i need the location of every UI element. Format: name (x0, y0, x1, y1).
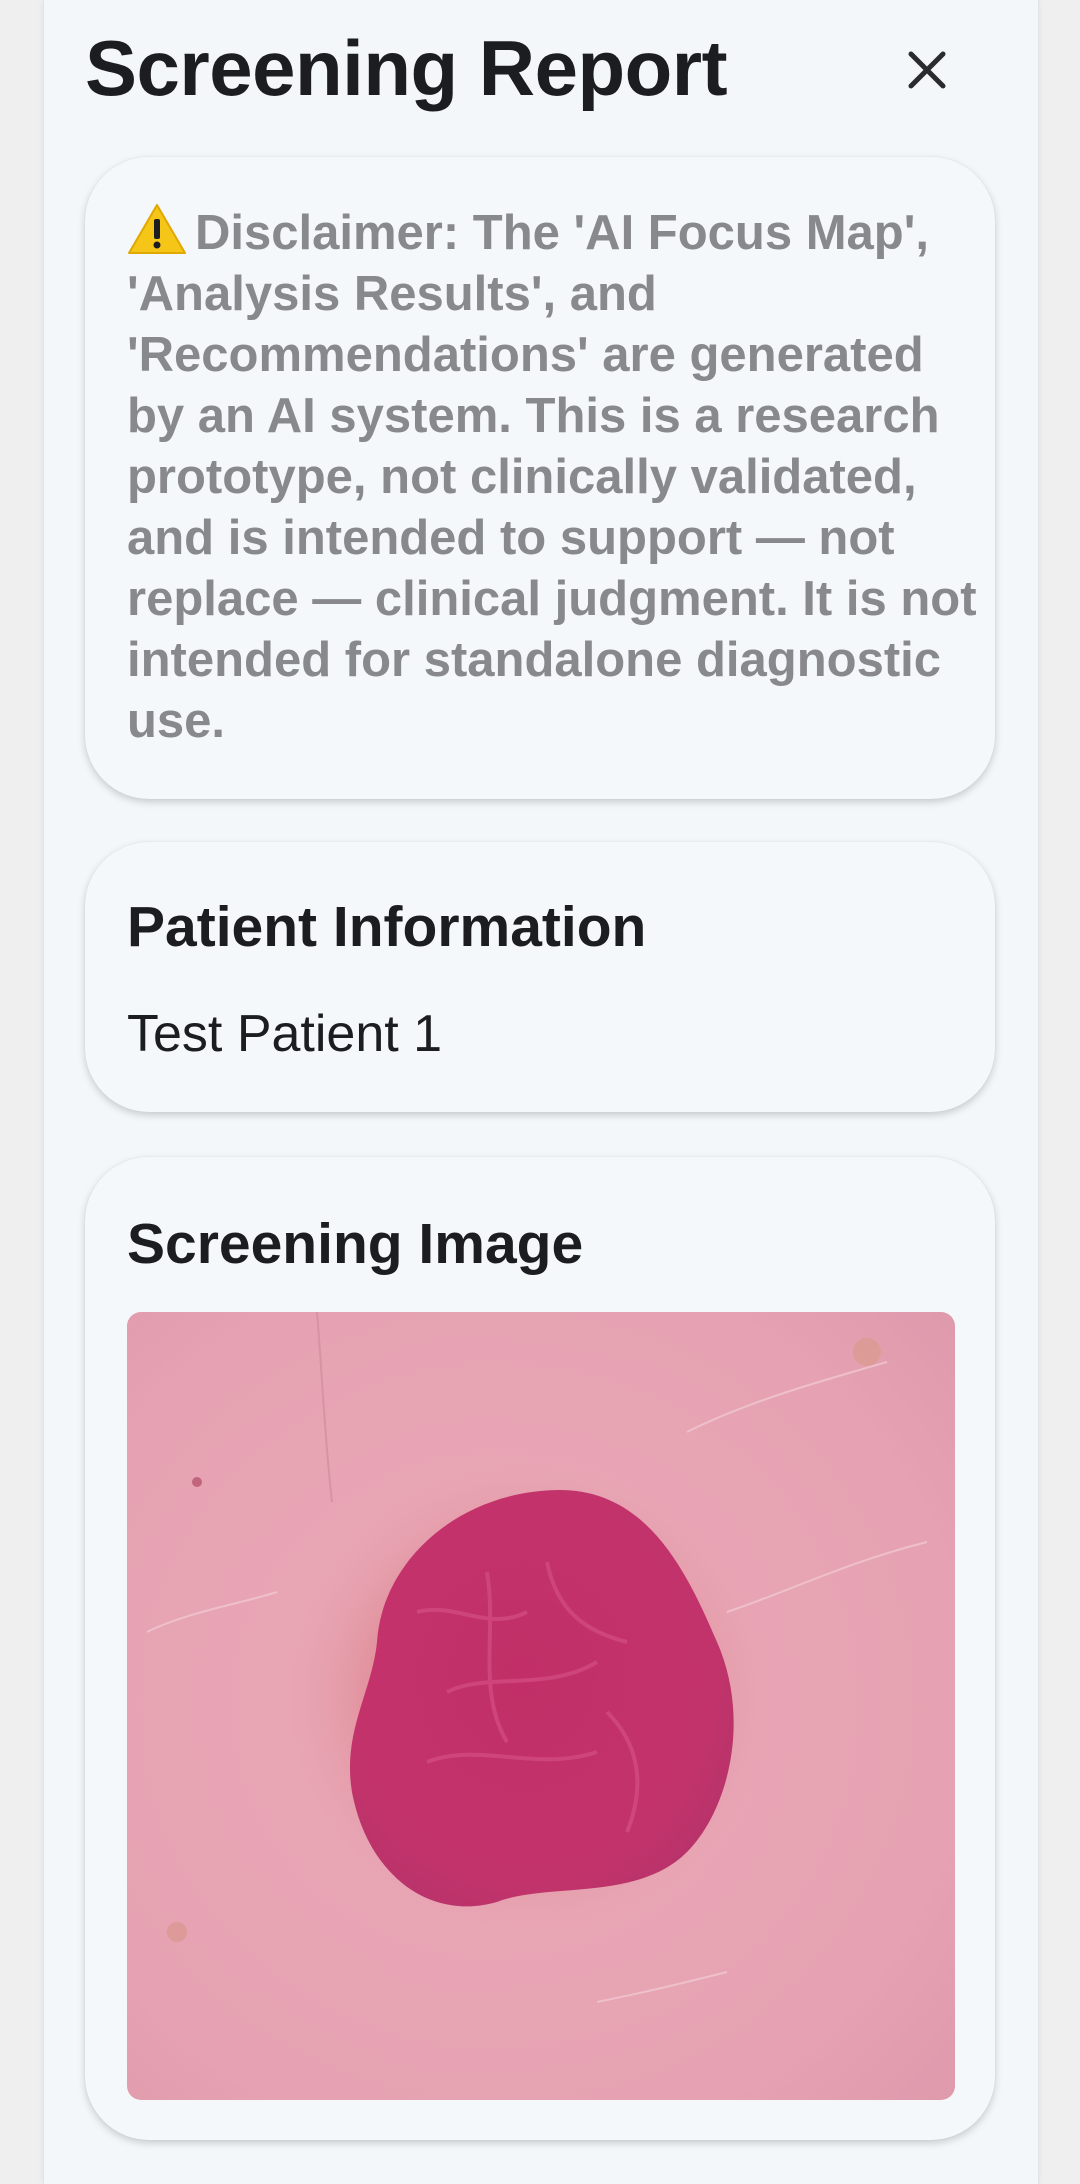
report-header: Screening Report (85, 16, 1037, 126)
patient-name: Test Patient 1 (127, 1005, 443, 1063)
patient-information-heading: Patient Information (127, 895, 647, 959)
page-title: Screening Report (85, 24, 728, 112)
screening-image-card: Screening Image (85, 1157, 995, 2140)
patient-information-card: Patient Information Test Patient 1 (85, 842, 995, 1112)
disclaimer-paragraph: Disclaimer: The 'AI Focus Map', 'Analysi… (127, 203, 977, 752)
warning-icon (128, 204, 186, 254)
disclaimer-text: Disclaimer: The 'AI Focus Map', 'Analysi… (127, 206, 977, 748)
close-icon (908, 51, 946, 89)
screening-image[interactable] (127, 1312, 955, 2100)
screening-image-heading: Screening Image (127, 1212, 584, 1276)
disclaimer-card: Disclaimer: The 'AI Focus Map', 'Analysi… (85, 157, 995, 799)
close-button[interactable] (895, 38, 959, 102)
